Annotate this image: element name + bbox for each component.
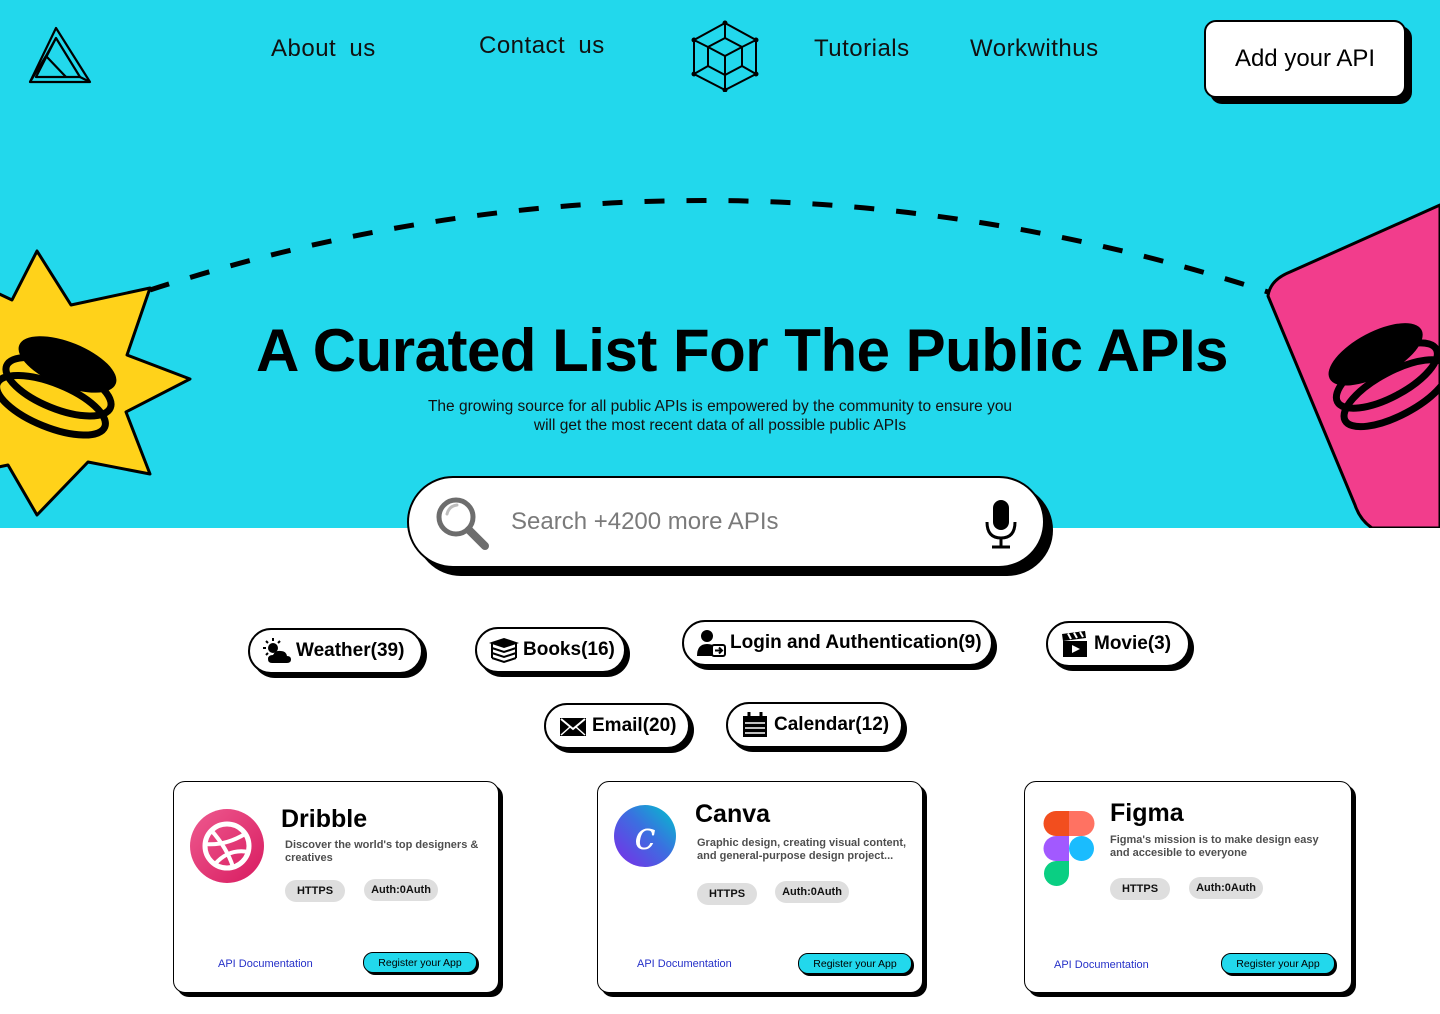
- api-card-figma[interactable]: Figma Figma's mission is to make design …: [1024, 781, 1352, 993]
- figma-logo: [1043, 811, 1095, 886]
- tag-https: HTTPS: [697, 883, 757, 905]
- hero-section: About us Contact us Tutorials Workwithus…: [0, 0, 1440, 528]
- category-label: Calendar(12): [774, 714, 890, 735]
- tag-auth: Auth:0Auth: [1189, 877, 1263, 899]
- calendar-icon: [743, 712, 767, 737]
- svg-text:c: c: [634, 814, 655, 858]
- api-documentation-link[interactable]: API Documentation: [1054, 959, 1149, 971]
- microphone-icon[interactable]: [983, 498, 1019, 550]
- hero-subtitle: The growing source for all public APIs i…: [380, 397, 1060, 435]
- nav-contact-us[interactable]: Contact us: [479, 32, 605, 60]
- hero-subtitle-line2: will get the most recent data of all pos…: [533, 417, 907, 434]
- category-label: Weather(39): [296, 640, 405, 661]
- dribbble-logo: [190, 809, 264, 883]
- clapperboard-icon: [1062, 631, 1087, 657]
- canva-logo: c: [614, 805, 676, 867]
- api-card-canva[interactable]: c Canva Graphic design, creating visual …: [597, 781, 923, 993]
- hero-subtitle-line1: The growing source for all public APIs i…: [427, 398, 1013, 415]
- books-icon: [489, 637, 519, 664]
- dashed-arc: [149, 198, 1269, 295]
- category-label: Email(20): [592, 715, 677, 736]
- register-app-button[interactable]: Register your App: [363, 952, 477, 973]
- category-email[interactable]: Email(20): [544, 703, 690, 749]
- nav-tutorials[interactable]: Tutorials: [814, 35, 910, 63]
- nav-work-with-us[interactable]: Workwithus: [970, 35, 1099, 63]
- category-label: Books(16): [523, 639, 615, 660]
- api-card-dribble[interactable]: Dribble Discover the world's top designe…: [173, 781, 499, 993]
- tag-auth: Auth:0Auth: [364, 879, 438, 901]
- category-label: Movie(3): [1094, 633, 1172, 654]
- category-calendar[interactable]: Calendar(12): [726, 702, 903, 748]
- card-title: Figma: [1110, 799, 1184, 827]
- search-bar[interactable]: [407, 476, 1045, 568]
- api-documentation-link[interactable]: API Documentation: [637, 958, 732, 970]
- category-weather[interactable]: Weather(39): [248, 628, 423, 674]
- cube-network-logo[interactable]: [690, 20, 760, 92]
- register-app-button[interactable]: Register your App: [798, 953, 912, 974]
- tag-auth: Auth:0Auth: [775, 881, 849, 903]
- card-description: Graphic design, creating visual content,…: [697, 837, 907, 862]
- tag-https: HTTPS: [285, 880, 345, 902]
- card-description: Figma's mission is to make design easy a…: [1110, 834, 1319, 859]
- search-icon[interactable]: [433, 494, 491, 552]
- add-your-api-button[interactable]: Add your API: [1204, 20, 1406, 98]
- category-books[interactable]: Books(16): [475, 627, 626, 673]
- weather-icon: [263, 638, 291, 663]
- card-description: Discover the world's top designers & cre…: [285, 839, 479, 864]
- card-title: Canva: [695, 800, 771, 828]
- login-user-icon: [697, 630, 726, 657]
- tag-https: HTTPS: [1110, 878, 1170, 900]
- search-input[interactable]: [511, 502, 951, 542]
- category-login-authentication[interactable]: Login and Authentication(9): [682, 620, 993, 666]
- category-movie[interactable]: Movie(3): [1046, 621, 1190, 667]
- hero-title: A Curated List For The Public APIs: [255, 317, 1229, 384]
- card-title: Dribble: [281, 805, 368, 833]
- api-documentation-link[interactable]: API Documentation: [218, 958, 313, 970]
- penrose-triangle-logo[interactable]: [26, 26, 92, 86]
- nav-about-us[interactable]: About us: [271, 35, 376, 63]
- register-app-button[interactable]: Register your App: [1221, 953, 1335, 974]
- category-label: Login and Authentication(9): [730, 632, 982, 653]
- envelope-icon: [560, 718, 586, 736]
